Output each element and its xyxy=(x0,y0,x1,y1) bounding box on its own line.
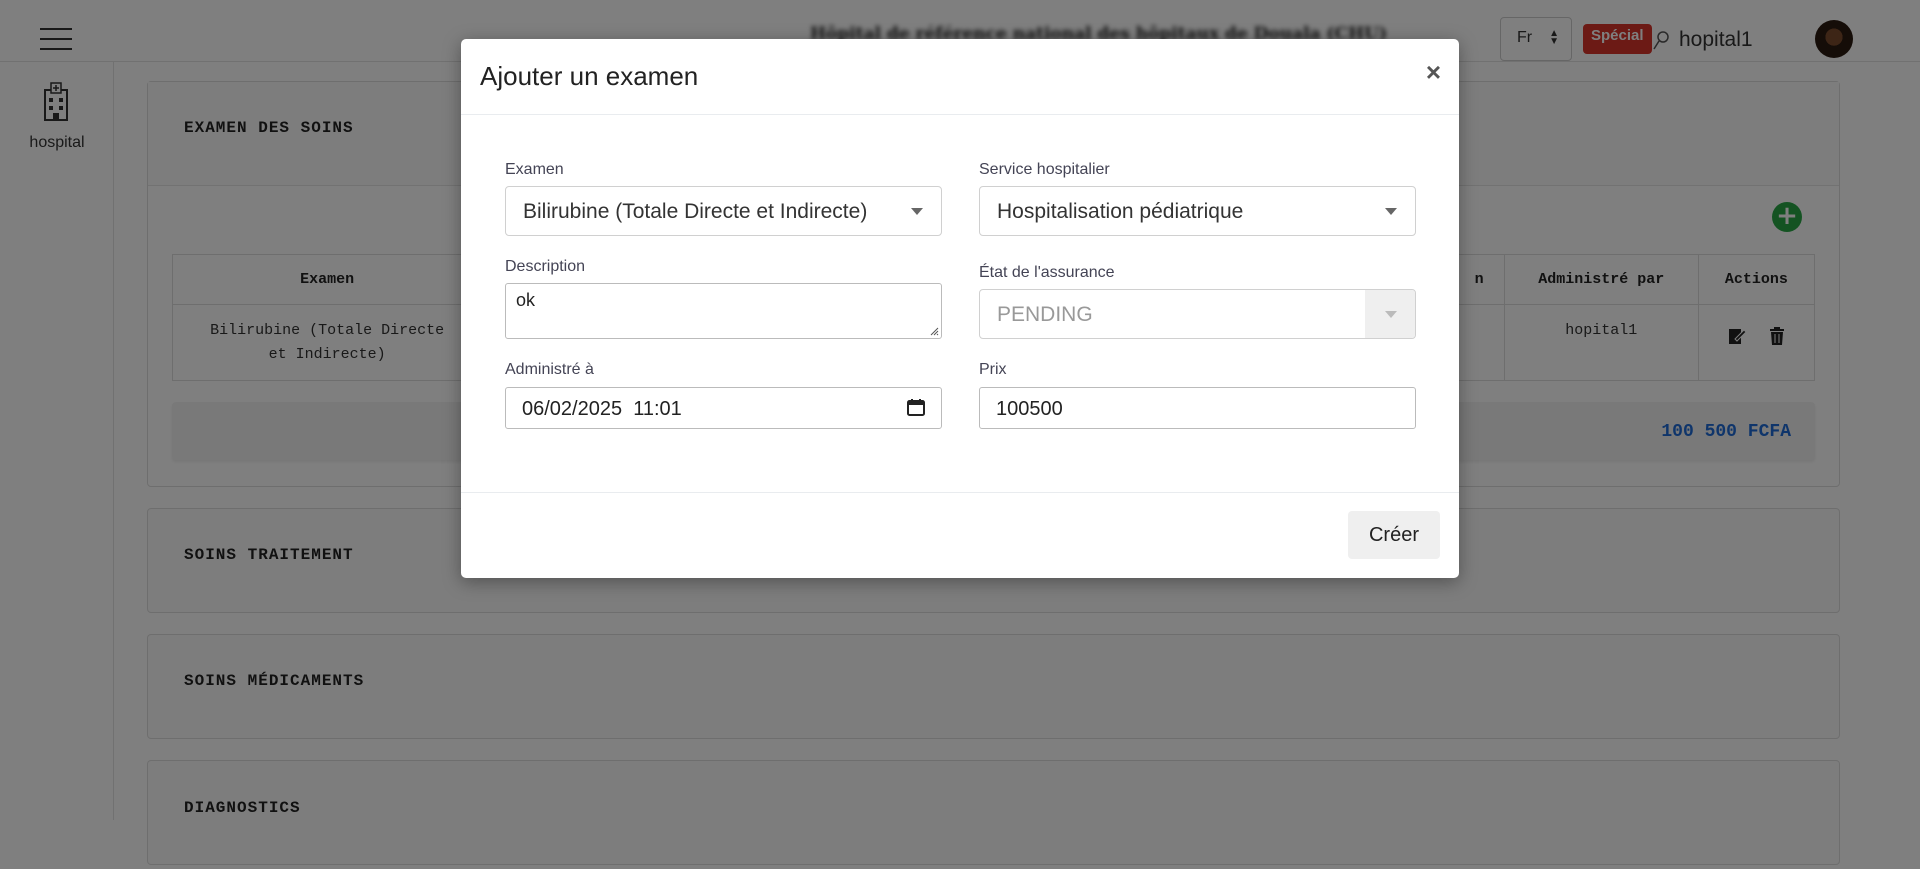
service-select-value: Hospitalisation pédiatrique xyxy=(997,200,1244,223)
service-label: Service hospitalier xyxy=(979,161,1110,178)
exam-select[interactable]: Bilirubine (Totale Directe et Indirecte) xyxy=(505,186,942,236)
create-button[interactable]: Créer xyxy=(1348,511,1440,559)
add-exam-modal: Ajouter un examen × Examen Bilirubine (T… xyxy=(461,39,1459,578)
calendar-icon[interactable] xyxy=(907,398,925,416)
insurance-select-value: PENDING xyxy=(997,303,1093,326)
exam-label: Examen xyxy=(505,161,564,178)
administered-value: 06/02/2025 11:01 xyxy=(522,398,682,420)
price-input[interactable]: 100500 xyxy=(979,387,1416,429)
modal-title: Ajouter un examen xyxy=(480,61,699,91)
chevron-down-icon xyxy=(1385,311,1397,318)
description-value: ok xyxy=(516,290,536,310)
insurance-select: PENDING xyxy=(979,289,1416,339)
description-textarea[interactable]: ok xyxy=(505,283,942,339)
modal-header: Ajouter un examen × xyxy=(461,39,1459,115)
exam-select-value: Bilirubine (Totale Directe et Indirecte) xyxy=(523,200,868,223)
price-value: 100500 xyxy=(996,398,1063,420)
chevron-down-icon xyxy=(1385,208,1397,215)
administered-label: Administré à xyxy=(505,361,594,378)
close-button[interactable]: × xyxy=(1426,59,1441,85)
modal-footer: Créer xyxy=(461,492,1459,578)
price-label: Prix xyxy=(979,361,1007,378)
service-select[interactable]: Hospitalisation pédiatrique xyxy=(979,186,1416,236)
description-label: Description xyxy=(505,258,586,275)
resize-grip-icon[interactable] xyxy=(930,327,939,336)
chevron-down-icon xyxy=(911,208,923,215)
administered-datetime-input[interactable]: 06/02/2025 11:01 xyxy=(505,387,942,429)
insurance-label: État de l'assurance xyxy=(979,264,1115,281)
